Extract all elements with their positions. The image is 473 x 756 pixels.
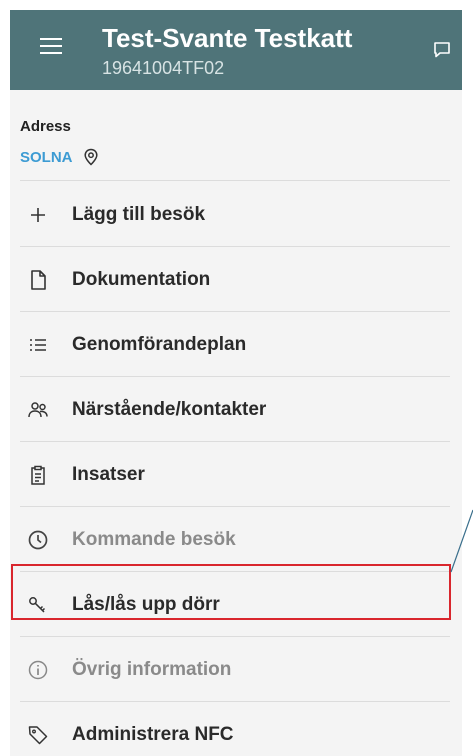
hamburger-menu-icon[interactable] xyxy=(40,37,62,55)
menu-item-documentation[interactable]: Dokumentation xyxy=(20,249,450,311)
menu-item-implementation-plan[interactable]: Genomförandeplan xyxy=(20,314,450,376)
menu-item-other-info[interactable]: Övrig information xyxy=(20,639,450,701)
menu-item-label: Administrera NFC xyxy=(72,724,234,745)
client-name-title: Test-Svante Testkatt xyxy=(102,23,353,53)
list-icon xyxy=(30,339,46,351)
address-row: SOLNA xyxy=(20,147,450,167)
plus-icon xyxy=(31,208,45,222)
menu-item-contacts[interactable]: Närstående/kontakter xyxy=(20,379,450,441)
key-icon xyxy=(29,597,46,613)
divider xyxy=(20,311,450,312)
divider xyxy=(20,636,450,637)
clock-icon xyxy=(28,530,48,550)
divider xyxy=(20,506,450,507)
divider xyxy=(20,441,450,442)
chat-bubble-icon[interactable] xyxy=(432,40,452,60)
divider xyxy=(20,246,450,247)
menu-item-label: Dokumentation xyxy=(72,269,211,290)
divider xyxy=(20,571,450,572)
menu-item-lock-door[interactable]: Lås/lås upp dörr xyxy=(20,574,450,636)
info-icon xyxy=(28,660,48,680)
document-icon xyxy=(31,270,46,290)
divider xyxy=(20,376,450,377)
menu-item-nfc[interactable]: Administrera NFC xyxy=(20,704,450,756)
client-id-subtitle: 19641004TF02 xyxy=(102,58,225,78)
menu-item-label: Lås/lås upp dörr xyxy=(72,594,220,615)
address-city-link[interactable]: SOLNA xyxy=(20,149,73,166)
address-section: Adress SOLNA xyxy=(20,118,450,167)
divider xyxy=(20,180,450,181)
screenshot: Test-Svante Testkatt 19641004TF02 Adress… xyxy=(0,0,473,756)
menu-item-label: Kommande besök xyxy=(72,529,236,550)
menu-item-label: Närstående/kontakter xyxy=(72,399,267,420)
tag-icon xyxy=(28,726,48,745)
menu-item-label: Övrig information xyxy=(72,659,232,680)
app-screen: Test-Svante Testkatt 19641004TF02 Adress… xyxy=(10,10,462,756)
people-icon xyxy=(28,402,48,418)
clipboard-icon xyxy=(31,465,45,485)
menu-item-label: Genomförandeplan xyxy=(72,334,247,355)
menu-item-label: Insatser xyxy=(72,464,145,485)
menu-item-upcoming-visits[interactable]: Kommande besök xyxy=(20,509,450,571)
address-label: Adress xyxy=(20,118,71,135)
menu-item-add-visit[interactable]: Lägg till besök xyxy=(20,184,450,246)
menu-item-label: Lägg till besök xyxy=(72,204,206,225)
divider xyxy=(20,701,450,702)
menu-item-interventions[interactable]: Insatser xyxy=(20,444,450,506)
location-pin-icon[interactable] xyxy=(83,148,99,166)
app-bar: Test-Svante Testkatt 19641004TF02 xyxy=(10,10,462,90)
